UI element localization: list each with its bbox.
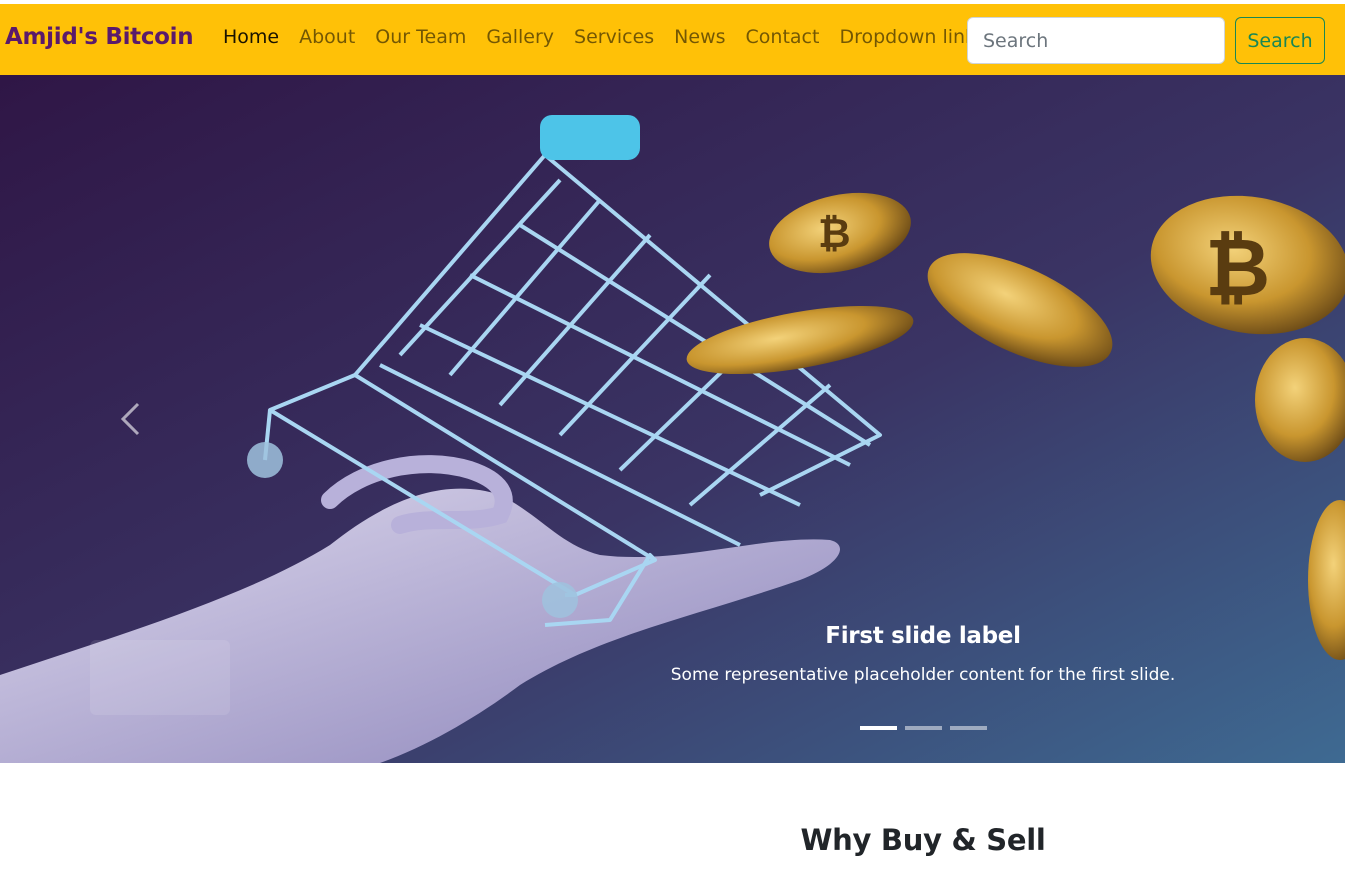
carousel-prev-button[interactable] — [0, 75, 260, 763]
nav-link-about[interactable]: About — [289, 26, 365, 48]
navbar: Amjid's Bitcoin Home About Our Team Gall… — [0, 4, 1345, 75]
carousel-indicator-2[interactable] — [905, 726, 942, 730]
carousel-indicator-1[interactable] — [860, 726, 897, 730]
slide-title: First slide label — [825, 623, 1021, 649]
svg-text:₿: ₿ — [818, 211, 851, 257]
nav-link-contact[interactable]: Contact — [736, 26, 830, 48]
nav-link-news[interactable]: News — [664, 26, 735, 48]
section-title: Why Buy & Sell — [800, 823, 1046, 857]
brand-logo[interactable]: Amjid's Bitcoin — [5, 24, 194, 50]
slide-caption: First slide label Some representative pl… — [600, 623, 1246, 685]
chevron-left-icon — [120, 402, 140, 436]
nav-link-our-team[interactable]: Our Team — [365, 26, 476, 48]
nav-link-gallery[interactable]: Gallery — [476, 26, 564, 48]
nav-link-home[interactable]: Home — [213, 26, 289, 48]
hero-carousel: ₿ ₿ First slide label Some representativ… — [0, 75, 1345, 763]
nav-link-services[interactable]: Services — [564, 26, 664, 48]
dropdown-label: Dropdown link — [839, 26, 977, 48]
slide-text: Some representative placeholder content … — [670, 665, 1176, 685]
carousel-indicators — [860, 726, 987, 730]
search-button[interactable]: Search — [1235, 17, 1325, 64]
carousel-indicator-3[interactable] — [950, 726, 987, 730]
nav-links: Home About Our Team Gallery Services New… — [213, 26, 1006, 48]
search-input[interactable] — [967, 17, 1225, 64]
